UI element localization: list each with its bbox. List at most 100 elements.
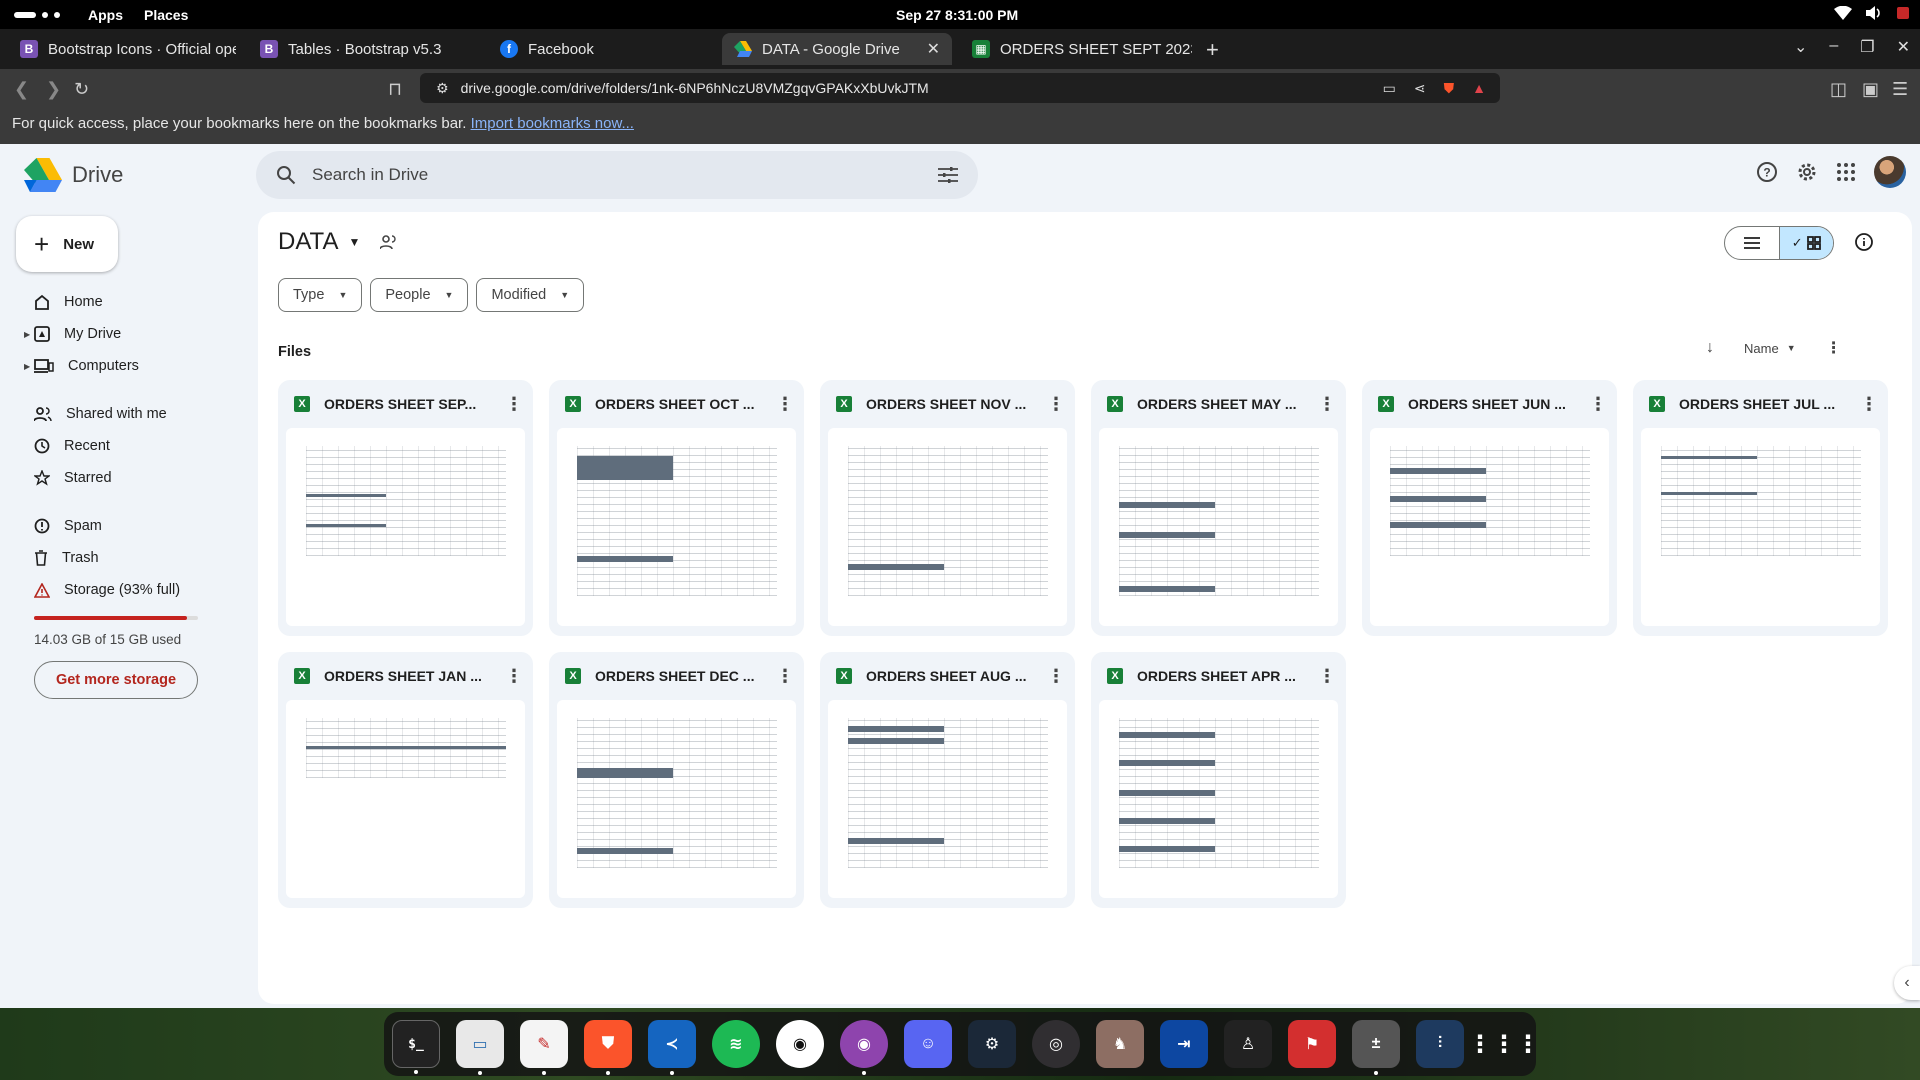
- share-folder-icon[interactable]: [380, 234, 398, 250]
- system-tray[interactable]: [1834, 6, 1910, 20]
- wallet-icon[interactable]: ▣: [1862, 79, 1879, 100]
- file-card[interactable]: X ORDERS SHEET SEP... ⋮: [278, 380, 533, 636]
- list-view-button[interactable]: [1725, 227, 1779, 259]
- discord-icon[interactable]: ☺: [904, 1020, 952, 1068]
- more-options-icon[interactable]: ⋮: [1826, 338, 1842, 358]
- expand-caret-icon[interactable]: ▶: [24, 362, 30, 371]
- new-button[interactable]: + New: [16, 216, 118, 272]
- site-info-icon[interactable]: ⚙: [436, 80, 449, 97]
- side-panel-toggle[interactable]: ‹: [1894, 966, 1920, 1000]
- more-options-icon[interactable]: ⋮: [1047, 394, 1065, 415]
- back-icon[interactable]: ❮: [14, 79, 29, 100]
- settings-icon[interactable]: [1796, 161, 1818, 183]
- more-options-icon[interactable]: ⋮: [505, 394, 523, 415]
- maximize-icon[interactable]: ❐: [1860, 37, 1874, 57]
- file-card[interactable]: X ORDERS SHEET NOV ... ⋮: [820, 380, 1075, 636]
- steam-icon[interactable]: ⚙: [968, 1020, 1016, 1068]
- drive-search-bar[interactable]: Search in Drive: [256, 151, 978, 199]
- sidebar-item-recent[interactable]: Recent: [26, 430, 226, 462]
- filter-type[interactable]: Type ▼: [278, 278, 363, 312]
- get-more-storage-button[interactable]: Get more storage: [34, 661, 198, 699]
- file-card[interactable]: X ORDERS SHEET APR ... ⋮: [1091, 652, 1346, 908]
- forward-icon[interactable]: ❯: [46, 79, 61, 100]
- import-bookmarks-link[interactable]: Import bookmarks now...: [471, 115, 634, 132]
- grid-view-button[interactable]: ✓: [1778, 227, 1833, 259]
- mixer-icon[interactable]: ⫶: [1416, 1020, 1464, 1068]
- apps-menu[interactable]: Apps: [88, 7, 123, 23]
- close-window-icon[interactable]: ✕: [1897, 37, 1910, 57]
- tab-orders-sheet[interactable]: ▦ ORDERS SHEET SEPT 2023.x: [960, 33, 1192, 65]
- sidebar-item-spam[interactable]: Spam: [26, 510, 226, 542]
- tab-search-icon[interactable]: ⌄: [1794, 37, 1807, 57]
- sort-by-name[interactable]: Name ▼: [1744, 341, 1796, 356]
- sidebar-item-my-drive[interactable]: ▶ My Drive: [24, 318, 226, 350]
- file-card[interactable]: X ORDERS SHEET JUN ... ⋮: [1362, 380, 1617, 636]
- sidebar-item-starred[interactable]: Starred: [26, 462, 226, 494]
- acrobat-icon[interactable]: ⚑: [1288, 1020, 1336, 1068]
- brave-icon[interactable]: ⛊: [584, 1020, 632, 1075]
- code-editor-icon[interactable]: ⇥: [1160, 1020, 1208, 1068]
- minimize-icon[interactable]: –: [1829, 37, 1838, 57]
- spotify-icon[interactable]: ≋: [712, 1020, 760, 1068]
- sidebar-item-home[interactable]: Home: [26, 286, 226, 318]
- calculator-icon[interactable]: ±: [1352, 1020, 1400, 1075]
- sidebar-item-trash[interactable]: Trash: [26, 542, 226, 574]
- drive-logo[interactable]: Drive: [24, 158, 123, 192]
- view-toggle[interactable]: ✓: [1724, 226, 1834, 260]
- sort-direction-icon[interactable]: ↓: [1706, 339, 1714, 357]
- more-options-icon[interactable]: ⋮: [505, 666, 523, 687]
- tab-bootstrap-icons[interactable]: B Bootstrap Icons · Official ope: [8, 33, 236, 65]
- account-avatar[interactable]: [1874, 156, 1906, 188]
- help-icon[interactable]: ?: [1756, 161, 1778, 183]
- file-card[interactable]: X ORDERS SHEET JAN ... ⋮: [278, 652, 533, 908]
- brave-shields-icon[interactable]: ⛊: [1444, 80, 1455, 97]
- folder-title[interactable]: DATA ▼: [278, 228, 398, 256]
- app-grid-icon[interactable]: ⋮⋮⋮: [1468, 1020, 1540, 1068]
- more-options-icon[interactable]: ⋮: [1860, 394, 1878, 415]
- more-options-icon[interactable]: ⋮: [1589, 394, 1607, 415]
- expand-caret-icon[interactable]: ▶: [24, 330, 30, 339]
- share-icon[interactable]: ⋖: [1414, 80, 1426, 97]
- tab-facebook[interactable]: f Facebook: [488, 33, 716, 65]
- menu-icon[interactable]: ☰: [1892, 79, 1908, 100]
- cast-icon[interactable]: ▭: [1383, 80, 1396, 97]
- search-options-icon[interactable]: [938, 166, 958, 184]
- reload-icon[interactable]: ↻: [74, 79, 89, 100]
- filter-people[interactable]: People ▼: [370, 278, 469, 312]
- game-icon[interactable]: ♞: [1096, 1020, 1144, 1068]
- terminal-icon[interactable]: $_: [392, 1020, 440, 1074]
- github-desktop-icon[interactable]: ◉: [840, 1020, 888, 1075]
- tab-bootstrap-tables[interactable]: B Tables · Bootstrap v5.3: [248, 33, 476, 65]
- sidebar-item-computers[interactable]: ▶ Computers: [24, 350, 226, 382]
- obs-icon[interactable]: ◎: [1032, 1020, 1080, 1068]
- file-card[interactable]: X ORDERS SHEET DEC ... ⋮: [549, 652, 804, 908]
- sidebar-item-storage[interactable]: Storage (93% full): [26, 574, 226, 606]
- files-icon[interactable]: ▭: [456, 1020, 504, 1075]
- tab-close-icon[interactable]: ✕: [927, 39, 940, 59]
- file-card[interactable]: X ORDERS SHEET MAY ... ⋮: [1091, 380, 1346, 636]
- more-options-icon[interactable]: ⋮: [1318, 666, 1336, 687]
- workspace-indicator[interactable]: [14, 12, 60, 18]
- file-card[interactable]: X ORDERS SHEET OCT ... ⋮: [549, 380, 804, 636]
- places-menu[interactable]: Places: [144, 7, 188, 23]
- bookmark-icon[interactable]: ⊓: [388, 79, 402, 100]
- file-card[interactable]: X ORDERS SHEET AUG ... ⋮: [820, 652, 1075, 908]
- url-bar[interactable]: ⚙ drive.google.com/drive/folders/1nk-6NP…: [420, 73, 1500, 103]
- brave-rewards-icon[interactable]: ▲: [1472, 80, 1486, 96]
- more-options-icon[interactable]: ⋮: [776, 394, 794, 415]
- clock[interactable]: Sep 27 8:31:00 PM: [896, 7, 1018, 23]
- info-icon[interactable]: [1854, 232, 1874, 252]
- more-options-icon[interactable]: ⋮: [776, 666, 794, 687]
- inkscape-icon[interactable]: ♙: [1224, 1020, 1272, 1068]
- text-editor-icon[interactable]: ✎: [520, 1020, 568, 1075]
- github-icon[interactable]: ◉: [776, 1020, 824, 1068]
- tab-google-drive[interactable]: DATA - Google Drive ✕: [722, 33, 952, 65]
- filter-modified[interactable]: Modified ▼: [476, 278, 585, 312]
- more-options-icon[interactable]: ⋮: [1318, 394, 1336, 415]
- apps-grid-icon[interactable]: [1836, 162, 1856, 182]
- new-tab-button[interactable]: +: [1206, 37, 1219, 63]
- sidebar-item-shared[interactable]: Shared with me: [26, 398, 226, 430]
- file-card[interactable]: X ORDERS SHEET JUL ... ⋮: [1633, 380, 1888, 636]
- sidebar-toggle-icon[interactable]: ◫: [1830, 79, 1847, 100]
- more-options-icon[interactable]: ⋮: [1047, 666, 1065, 687]
